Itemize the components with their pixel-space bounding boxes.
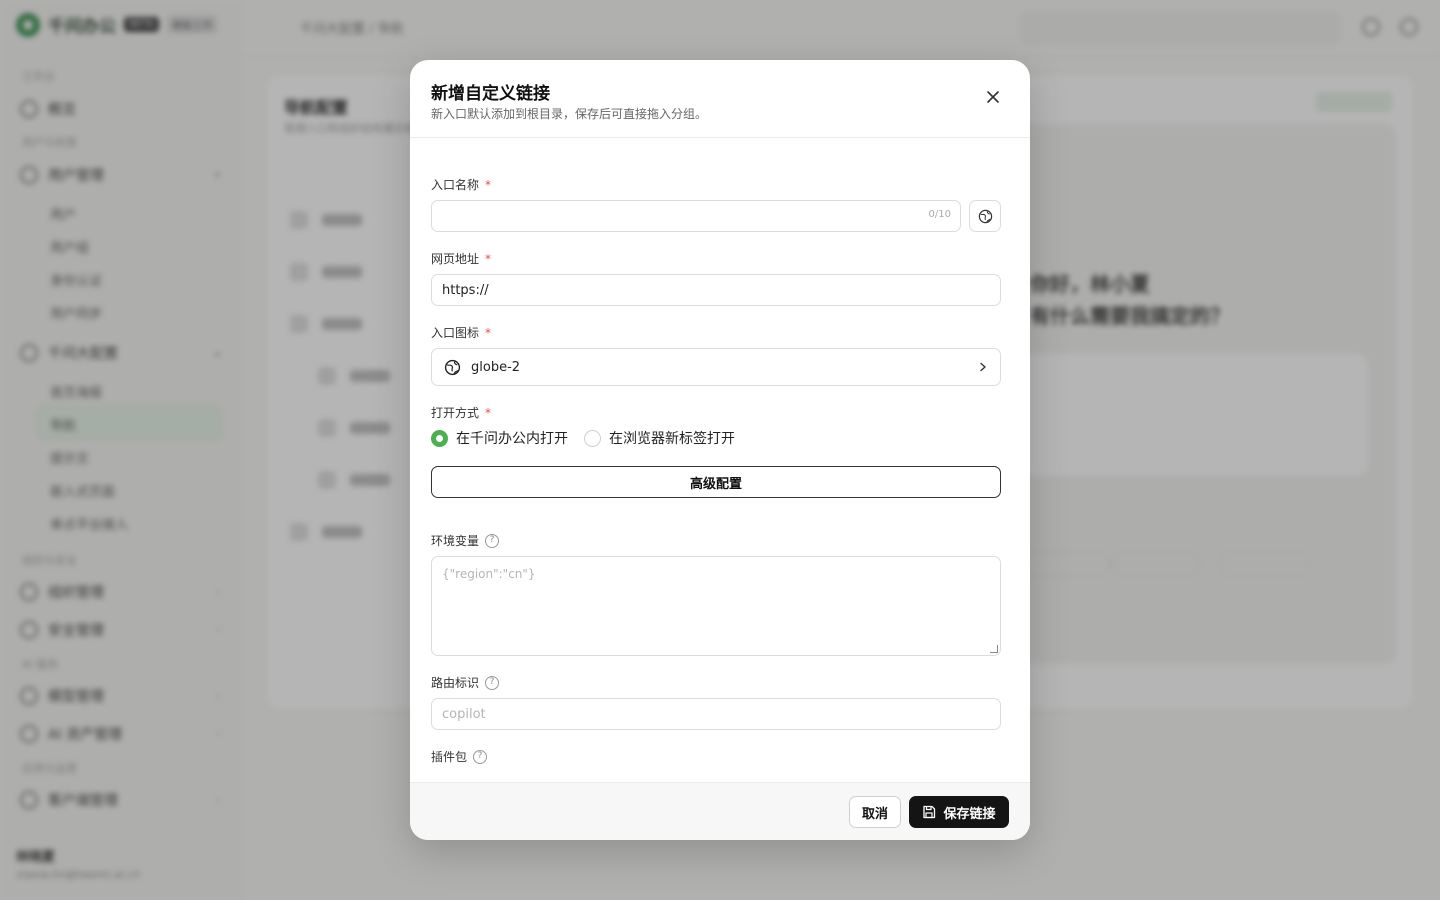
plugin-label: 插件包? <box>431 748 488 765</box>
name-input[interactable]: 0/10 <box>431 200 961 232</box>
advanced-config-button[interactable]: 高级配置 <box>431 466 1001 498</box>
dialog-title: 新增自定义链接 <box>431 84 550 104</box>
url-input[interactable]: https:// <box>431 274 1001 306</box>
required-mark: * <box>485 325 492 340</box>
save-link-label: 保存链接 <box>943 806 996 822</box>
resize-handle-icon[interactable] <box>990 645 998 653</box>
icon-picker-button[interactable] <box>969 200 1001 232</box>
route-label: 路由标识? <box>431 674 500 691</box>
dialog-footer: 取消 保存链接 <box>410 782 1030 840</box>
required-mark: * <box>485 251 492 266</box>
chevron-right-icon <box>978 362 988 372</box>
radio-unchecked-icon <box>584 429 601 447</box>
help-circle-icon[interactable]: ? <box>485 533 500 548</box>
open-mode-radio-group: 在千问办公内打开 在浏览器新标签打开 <box>431 428 751 448</box>
radio-open-in-browser[interactable]: 在浏览器新标签打开 <box>584 428 735 448</box>
close-icon <box>987 91 999 103</box>
new-link-dialog: 新增自定义链接 新入口默认添加到根目录，保存后可直接拖入分组。 入口名称 * 0/… <box>410 60 1030 840</box>
required-mark: * <box>485 177 492 192</box>
env-textarea[interactable]: {"region":"cn"} <box>431 556 1001 656</box>
dialog-header: 新增自定义链接 新入口默认添加到根目录，保存后可直接拖入分组。 <box>410 60 1030 138</box>
route-input[interactable]: copilot <box>431 698 1001 730</box>
save-link-button[interactable]: 保存链接 <box>909 796 1009 828</box>
help-circle-icon[interactable]: ? <box>473 749 488 764</box>
cancel-button[interactable]: 取消 <box>849 796 901 828</box>
dialog-subtitle: 新入口默认添加到根目录，保存后可直接拖入分组。 <box>431 107 708 121</box>
required-mark: * <box>485 405 492 420</box>
env-label: 环境变量? <box>431 532 500 549</box>
url-label: 网页地址 * <box>431 251 492 267</box>
name-label: 入口名称 * <box>431 177 492 193</box>
open-mode-label: 打开方式 * <box>431 405 492 421</box>
radio-checked-icon <box>431 429 448 447</box>
globe-icon <box>444 359 461 375</box>
globe-icon <box>978 209 992 223</box>
char-counter: 0/10 <box>928 209 951 220</box>
icon-select[interactable]: globe-2 <box>431 348 1001 386</box>
env-placeholder: {"region":"cn"} <box>442 567 536 581</box>
icon-label: 入口图标 * <box>431 325 492 341</box>
radio-open-in-app[interactable]: 在千问办公内打开 <box>431 428 568 448</box>
close-button[interactable] <box>982 86 1004 108</box>
help-circle-icon[interactable]: ? <box>485 675 500 690</box>
save-icon <box>923 805 936 819</box>
icon-select-value: globe-2 <box>471 359 521 375</box>
